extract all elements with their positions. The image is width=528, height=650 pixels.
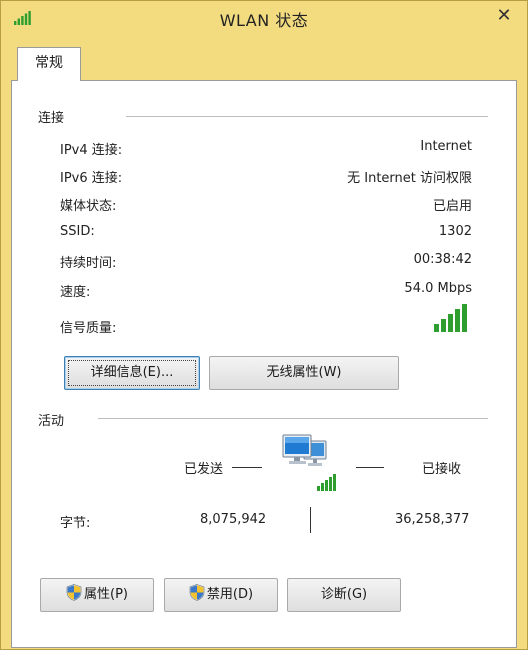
sent-dash — [232, 467, 262, 468]
duration-value: 00:38:42 — [413, 252, 472, 267]
signal-bar — [441, 319, 446, 332]
general-panel: 连接 IPv4 连接: Internet IPv6 连接: 无 Internet… — [11, 80, 517, 648]
properties-button-label: 属性(P) — [84, 587, 128, 602]
duration-label: 持续时间: — [60, 256, 117, 271]
close-button[interactable]: ✕ — [491, 5, 517, 27]
wireless-properties-label: 无线属性(W) — [266, 365, 342, 380]
bytes-sent-value: 8,075,942 — [200, 512, 267, 527]
signal-quality-label: 信号质量: — [60, 321, 117, 336]
media-state-value: 已启用 — [432, 199, 472, 214]
ssid-value: 1302 — [438, 224, 472, 239]
sent-label: 已发送 — [184, 462, 224, 477]
diagnose-button-label: 诊断(G) — [320, 587, 368, 602]
uac-shield-icon — [189, 584, 205, 601]
title-bar[interactable]: WLAN 状态 ✕ — [1, 1, 527, 37]
disable-button-label: 禁用(D) — [206, 587, 254, 602]
uac-shield-icon — [66, 584, 82, 601]
connection-divider — [126, 116, 488, 117]
focus-rectangle — [68, 360, 196, 386]
speed-value: 54.0 Mbps — [404, 281, 472, 296]
activity-divider — [98, 418, 488, 419]
diagnose-button[interactable]: 诊断(G) — [287, 578, 401, 612]
signal-bar — [448, 314, 453, 332]
ssid-label: SSID: — [60, 224, 95, 239]
bytes-received-value: 36,258,377 — [395, 512, 470, 527]
received-label: 已接收 — [422, 462, 462, 477]
connection-section-title: 连接 — [38, 111, 65, 126]
ipv4-label: IPv4 连接: — [60, 143, 123, 158]
close-icon: ✕ — [496, 5, 512, 26]
speed-label: 速度: — [60, 285, 91, 300]
received-dash — [356, 467, 384, 468]
bytes-divider — [310, 507, 311, 533]
activity-section-title: 活动 — [38, 414, 65, 429]
properties-button[interactable]: 属性(P) — [40, 578, 154, 612]
signal-bar — [462, 304, 467, 332]
signal-bar — [455, 309, 460, 332]
network-computers-icon — [282, 434, 336, 491]
ipv4-value: Internet — [420, 139, 472, 154]
network-signal-bars — [317, 474, 336, 491]
signal-bar — [434, 324, 439, 332]
window-title: WLAN 状态 — [219, 11, 309, 30]
details-button[interactable]: 详细信息(E)... — [64, 356, 200, 390]
ipv6-value: 无 Internet 访问权限 — [347, 171, 472, 186]
signal-strength-icon — [434, 304, 467, 332]
tab-general[interactable]: 常规 — [17, 47, 81, 81]
wireless-properties-button[interactable]: 无线属性(W) — [209, 356, 399, 390]
bytes-label: 字节: — [60, 516, 91, 531]
ipv6-label: IPv6 连接: — [60, 171, 123, 186]
media-state-label: 媒体状态: — [60, 199, 117, 214]
wlan-status-window: WLAN 状态 ✕ 常规 连接 IPv4 连接: Internet IPv6 连… — [0, 0, 528, 650]
disable-button[interactable]: 禁用(D) — [164, 578, 278, 612]
